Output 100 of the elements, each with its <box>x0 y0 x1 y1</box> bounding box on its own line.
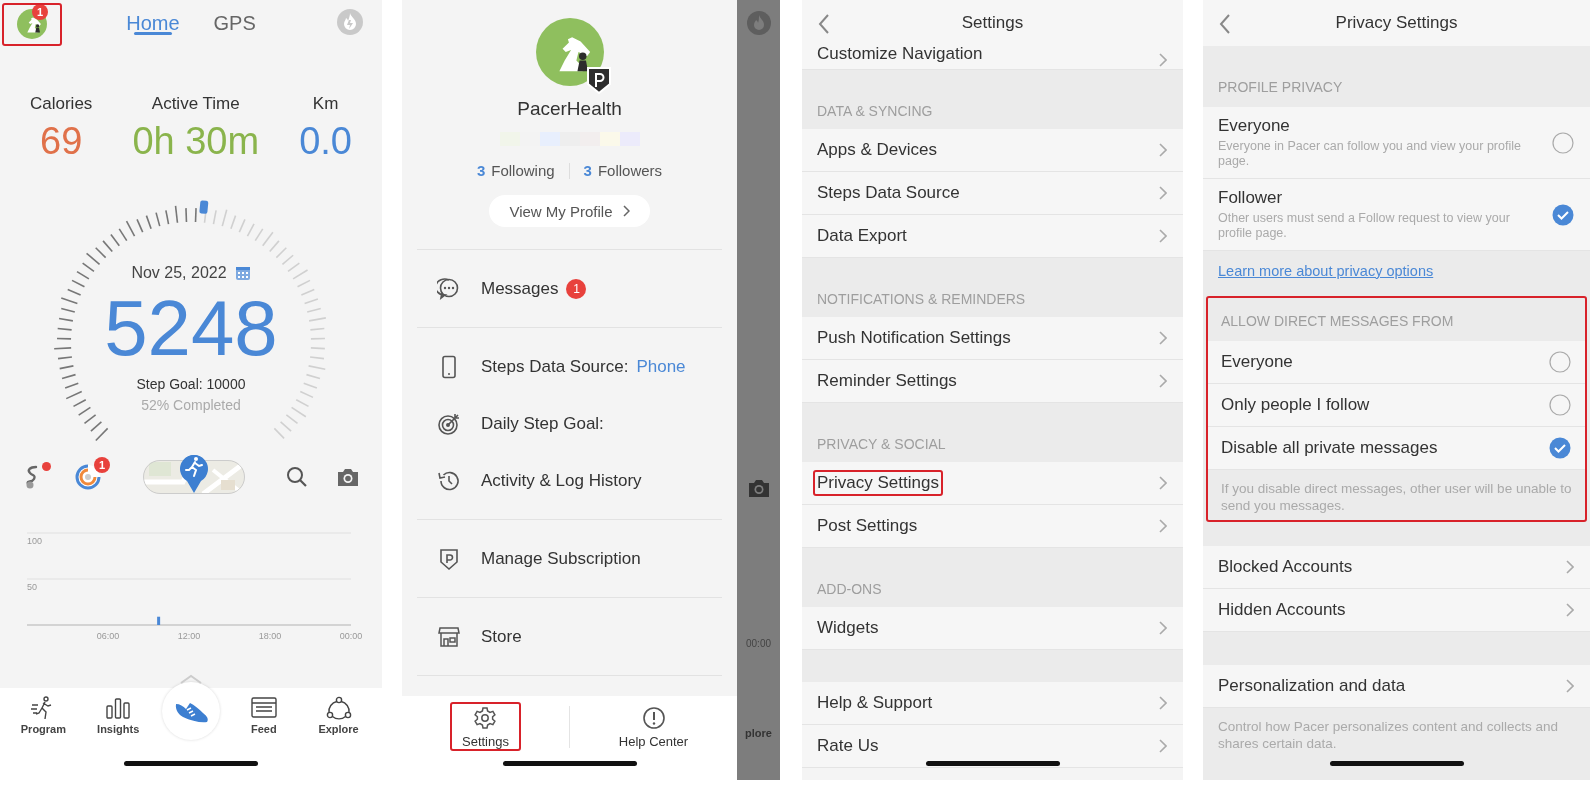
chevron-right-icon <box>1159 374 1167 388</box>
stat-label: Active Time <box>151 94 240 114</box>
option-label[interactable]: Everyone <box>1218 116 1552 136</box>
source-value: Phone <box>636 356 686 377</box>
network-icon <box>325 696 352 720</box>
section-header: NOTIFICATIONS & REMINDERS <box>817 291 1026 307</box>
step-goal: Step Goal: 10000 <box>136 376 246 392</box>
option-label[interactable]: Only people I follow <box>1221 395 1370 415</box>
stat-label: Calories <box>30 94 93 114</box>
settings-row[interactable]: Apps & Devices <box>802 129 1183 172</box>
chat-icon <box>437 276 461 301</box>
chevron-right-icon <box>1159 53 1167 67</box>
settings-row[interactable]: Steps Data Source <box>802 172 1183 215</box>
back-icon[interactable] <box>818 14 830 34</box>
back-icon[interactable] <box>1219 14 1231 34</box>
axis-label: 12:00 <box>177 631 201 641</box>
settings-row[interactable]: Hidden Accounts <box>1203 589 1590 632</box>
nav-label: plore <box>745 727 772 739</box>
radio-button[interactable] <box>1549 394 1571 416</box>
stat-value: 0h 30m <box>132 120 260 162</box>
avatar <box>535 18 604 86</box>
footer-button[interactable]: Help Center <box>606 702 701 751</box>
menu-item[interactable]: Messages <box>481 278 559 299</box>
option-description: Other users must send a Follow request to view your profile page. <box>1218 211 1511 241</box>
settings-row[interactable]: Widgets <box>802 607 1183 650</box>
option-description: Everyone in Pacer can follow you and view your profile page. <box>1218 139 1522 169</box>
radio-button[interactable] <box>1552 131 1574 154</box>
axis-label: 18:00 <box>258 631 282 641</box>
axis-label: 06:00 <box>96 631 120 641</box>
camera-icon <box>746 478 771 498</box>
stat-label: Km <box>312 94 339 114</box>
news-icon <box>250 696 277 720</box>
chart-bar <box>157 616 161 625</box>
section-header: ADD-ONS <box>817 581 882 597</box>
camera-icon[interactable] <box>336 467 360 487</box>
section-header: ALLOW DIRECT MESSAGES FROM <box>1221 313 1454 329</box>
nav-tab[interactable]: Insights <box>87 688 150 780</box>
start-button[interactable] <box>162 682 220 740</box>
chevron-right-icon <box>1566 603 1574 617</box>
profile-name: PacerHealth <box>517 98 622 120</box>
view-profile-button[interactable]: View My Profile <box>489 195 650 227</box>
date-label[interactable]: Nov 25, 2022 <box>131 264 227 282</box>
chevron-right-icon <box>1159 229 1167 243</box>
option-label[interactable]: Everyone <box>1221 352 1293 372</box>
shield-icon <box>437 546 461 571</box>
axis-label: 100 <box>27 536 43 546</box>
menu-item[interactable]: Activity & Log History <box>481 470 642 491</box>
settings-row[interactable]: Blocked Accounts <box>1203 546 1590 589</box>
menu-item[interactable]: Store <box>481 626 522 647</box>
step-count: 5248 <box>104 286 278 370</box>
completion-label: 52% Completed <box>141 397 241 413</box>
chevron-right-icon <box>1159 739 1167 753</box>
notification-badge: 1 <box>566 278 587 299</box>
settings-row[interactable]: Push Notification Settings <box>802 317 1183 360</box>
chevron-right-icon <box>1159 519 1167 533</box>
axis-label: 00:00 <box>339 631 363 641</box>
axis-label: 50 <box>27 582 37 592</box>
nav-tab[interactable]: Program <box>12 688 75 780</box>
chevron-right-icon <box>1566 560 1574 574</box>
calendar-icon[interactable] <box>234 265 251 281</box>
notification-badge: 1 <box>94 457 110 473</box>
settings-row[interactable]: Help & Support <box>802 682 1183 725</box>
menu-item[interactable]: Daily Step Goal: <box>481 413 604 434</box>
chevron-up-icon <box>179 674 203 684</box>
chevron-right-icon <box>1159 476 1167 490</box>
shield-badge-icon <box>585 66 612 94</box>
footer-button[interactable]: Settings <box>450 702 521 751</box>
followers-count[interactable]: 3 Followers <box>583 162 663 179</box>
settings-row[interactable]: Post Settings <box>802 505 1183 548</box>
settings-row[interactable]: Privacy Settings <box>802 462 1183 505</box>
menu-item[interactable]: Manage Subscription <box>481 548 641 569</box>
target-icon <box>437 411 461 436</box>
store-icon <box>437 624 461 649</box>
chevron-right-icon <box>1159 331 1167 345</box>
stat-value: 69 <box>40 120 83 162</box>
radio-button[interactable] <box>1549 351 1571 373</box>
stat-value: 0.0 <box>299 120 352 162</box>
chevron-right-icon <box>1159 186 1167 200</box>
settings-row[interactable]: Rate Us <box>802 725 1183 768</box>
radio-checked[interactable] <box>1552 203 1574 226</box>
alert-icon <box>641 706 666 730</box>
search-icon[interactable] <box>286 466 308 488</box>
settings-row[interactable]: Personalization and data <box>1203 665 1590 708</box>
option-label[interactable]: Follower <box>1218 188 1552 208</box>
chevron-right-icon <box>1159 696 1167 710</box>
nav-tab[interactable]: Explore <box>307 688 370 780</box>
chevron-right-icon <box>622 205 630 217</box>
following-count[interactable]: 3 Following <box>476 162 555 179</box>
section-header: PROFILE PRIVACY <box>1218 79 1343 95</box>
nav-tab[interactable]: Feed <box>232 688 295 780</box>
screen-title: Settings <box>961 13 1024 33</box>
radio-checked[interactable] <box>1549 437 1571 459</box>
gear-icon <box>473 706 498 730</box>
settings-row[interactable]: Customize Navigation <box>802 46 1183 70</box>
settings-row[interactable]: Reminder Settings <box>802 360 1183 403</box>
menu-item[interactable]: Steps Data Source: <box>481 356 629 377</box>
settings-row[interactable]: Data Export <box>802 215 1183 258</box>
tab[interactable]: GPS <box>213 0 256 35</box>
bar-chart-icon <box>105 696 132 720</box>
section-header: DATA & SYNCING <box>817 103 933 119</box>
